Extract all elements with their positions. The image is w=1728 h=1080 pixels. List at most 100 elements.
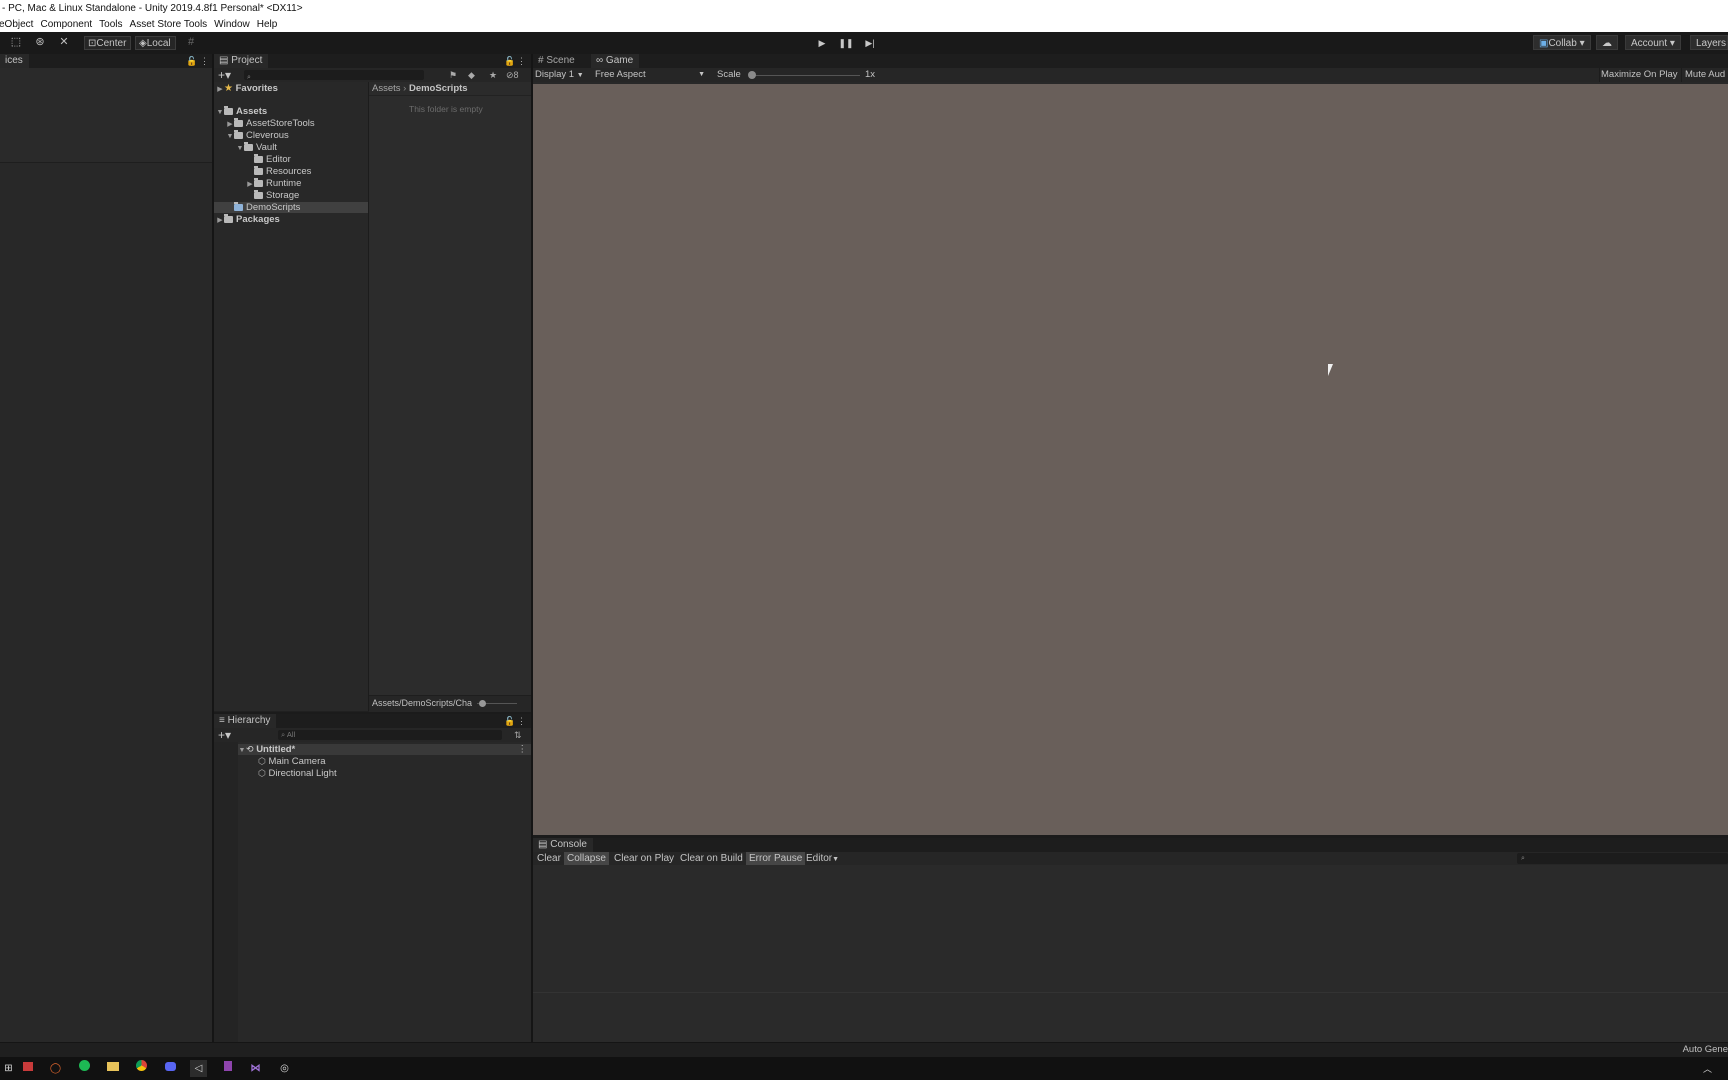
github-icon[interactable]: ◯ bbox=[47, 1060, 64, 1077]
folder-icon bbox=[254, 190, 263, 199]
spotify-icon[interactable] bbox=[76, 1060, 93, 1077]
menu-component[interactable]: Component bbox=[40, 17, 92, 32]
tree-item-assetstoretools[interactable]: ▶ AssetStoreTools bbox=[226, 118, 315, 129]
display-dropdown[interactable]: Display 1 ▼ bbox=[535, 68, 584, 83]
project-tabbar: ▤ Project 🔓 ⋮ bbox=[214, 54, 531, 68]
menu-tools[interactable]: Tools bbox=[99, 17, 122, 32]
hierarchy-tabbar: ≡ Hierarchy 🔓 ⋮ bbox=[214, 714, 531, 728]
collab-button[interactable]: ▣Collab ▾ bbox=[1533, 35, 1591, 50]
custom-tool-icon[interactable]: ✕ bbox=[56, 36, 72, 49]
create-button[interactable]: +▾ bbox=[218, 728, 231, 742]
chrome-icon[interactable] bbox=[133, 1060, 150, 1077]
folder-icon bbox=[224, 106, 233, 115]
project-toolbar: +▾ ⌕ ⚑ ◆ ★ ⊘8 bbox=[214, 68, 531, 82]
search-icon: ⌕ bbox=[247, 74, 251, 81]
scale-slider[interactable] bbox=[750, 75, 860, 76]
hierarchy-gutter bbox=[214, 742, 238, 1042]
rect-tool-icon[interactable]: ⬚ bbox=[8, 36, 24, 49]
folder-icon[interactable] bbox=[104, 1060, 121, 1077]
game-view-canvas[interactable] bbox=[533, 84, 1728, 835]
kebab-menu-icon[interactable]: ⋮ bbox=[517, 714, 526, 728]
tree-item-editor[interactable]: Editor bbox=[246, 154, 291, 165]
hierarchy-item-main-camera[interactable]: ⬡ Main Camera bbox=[258, 756, 326, 767]
icon-size-slider-thumb[interactable] bbox=[479, 700, 486, 707]
console-log-list[interactable] bbox=[533, 865, 1728, 992]
menu-window[interactable]: Window bbox=[214, 17, 250, 32]
notes-icon[interactable] bbox=[219, 1060, 236, 1077]
tab-scene[interactable]: # Scene bbox=[533, 54, 581, 68]
menu-help[interactable]: Help bbox=[257, 17, 278, 32]
tree-item-resources[interactable]: Resources bbox=[246, 166, 311, 177]
aspect-dropdown[interactable]: Free Aspect ▼ bbox=[595, 68, 707, 82]
windows-icon[interactable]: ⊞ bbox=[0, 1060, 17, 1077]
cloud-icon[interactable]: ☁ bbox=[1596, 35, 1618, 50]
lock-icon[interactable]: 🔓 bbox=[504, 54, 515, 68]
hierarchy-item-directional-light[interactable]: ⬡ Directional Light bbox=[258, 768, 337, 779]
filter-by-label-icon[interactable]: ◆ bbox=[468, 68, 475, 82]
collapsed-arrow-icon: ▶ bbox=[227, 121, 233, 128]
discord-icon[interactable] bbox=[162, 1060, 179, 1077]
breadcrumb-demoscripts[interactable]: DemoScripts bbox=[409, 83, 468, 94]
favorite-star-icon[interactable]: ★ bbox=[489, 68, 497, 82]
game-view-tabbar: # Scene ∞ Game bbox=[533, 54, 1728, 68]
obs-icon[interactable]: ◎ bbox=[276, 1060, 293, 1077]
lock-icon[interactable]: 🔓 bbox=[186, 54, 197, 68]
scene-icon: ⟲ bbox=[246, 744, 254, 754]
tree-item-vault[interactable]: ▼ Vault bbox=[236, 142, 277, 153]
gameobject-cube-icon: ⬡ bbox=[258, 756, 266, 766]
scale-slider-thumb[interactable] bbox=[748, 71, 756, 79]
chevron-down-icon: ▼ bbox=[698, 71, 705, 78]
breadcrumb-assets[interactable]: Assets bbox=[372, 83, 401, 94]
console-icon: ▤ bbox=[538, 839, 548, 850]
transform-tool-icon[interactable]: ⊛ bbox=[32, 36, 48, 49]
maximize-on-play-toggle[interactable]: Maximize On Play bbox=[1601, 68, 1678, 82]
tab-hierarchy[interactable]: ≡ Hierarchy bbox=[214, 714, 277, 728]
pivot-center-button[interactable]: ⊡Center bbox=[84, 36, 132, 50]
tab-project[interactable]: ▤ Project bbox=[214, 54, 269, 68]
kebab-menu-icon[interactable]: ⋮ bbox=[518, 744, 528, 755]
sort-icon[interactable]: ⇅ bbox=[514, 728, 522, 742]
tree-item-packages[interactable]: ▶ Packages bbox=[216, 214, 280, 225]
account-dropdown[interactable]: Account ▾ bbox=[1625, 35, 1681, 50]
console-clear-button[interactable]: Clear bbox=[534, 852, 564, 865]
grid-snap-icon[interactable]: # bbox=[183, 36, 199, 49]
step-button[interactable]: ▶| bbox=[860, 36, 880, 50]
console-search-input[interactable]: ⌕ bbox=[1517, 853, 1728, 864]
kebab-menu-icon[interactable]: ⋮ bbox=[517, 54, 526, 68]
project-search-input[interactable]: ⌕ bbox=[244, 70, 424, 81]
pause-button[interactable]: ❚❚ bbox=[836, 36, 856, 50]
console-clear-on-build-button[interactable]: Clear on Build bbox=[677, 852, 746, 865]
collapsed-arrow-icon: ▶ bbox=[217, 217, 223, 224]
console-clear-on-play-button[interactable]: Clear on Play bbox=[611, 852, 677, 865]
menu-asset-store-tools[interactable]: Asset Store Tools bbox=[130, 17, 208, 32]
tab-game[interactable]: ∞ Game bbox=[591, 54, 640, 68]
console-collapse-button[interactable]: Collapse bbox=[564, 852, 609, 865]
menu-gameobject[interactable]: eObject bbox=[0, 17, 33, 32]
console-editor-dropdown[interactable]: Editor▼ bbox=[803, 852, 842, 865]
tab-inspector[interactable]: ices bbox=[0, 54, 29, 68]
tree-item-runtime[interactable]: ▶ Runtime bbox=[246, 178, 301, 189]
tree-item-storage[interactable]: Storage bbox=[246, 190, 299, 201]
unity-icon[interactable]: ◁ bbox=[190, 1060, 207, 1077]
status-text: Auto Gene bbox=[1682, 1044, 1728, 1055]
tray-chevron-up-icon[interactable]: ︿ bbox=[1703, 1062, 1712, 1075]
filter-by-type-icon[interactable]: ⚑ bbox=[449, 68, 457, 82]
layers-dropdown[interactable]: Layers bbox=[1690, 35, 1728, 50]
mute-audio-toggle[interactable]: Mute Aud bbox=[1685, 68, 1725, 82]
visual-studio-icon[interactable]: ⋈ bbox=[247, 1060, 264, 1077]
hierarchy-search-input[interactable]: ⌕ All bbox=[278, 730, 502, 740]
create-button[interactable]: +▾ bbox=[218, 68, 231, 82]
tree-item-favorites[interactable]: ▶★ Favorites bbox=[216, 83, 278, 94]
tree-item-demoscripts[interactable]: DemoScripts bbox=[214, 202, 368, 213]
console-error-pause-button[interactable]: Error Pause bbox=[746, 852, 806, 865]
hidden-packages-button[interactable]: ⊘8 bbox=[506, 68, 519, 82]
play-button[interactable]: ▶ bbox=[812, 36, 832, 50]
tab-console[interactable]: ▤ Console bbox=[533, 838, 593, 852]
pivot-local-button[interactable]: ◈Local bbox=[135, 36, 176, 50]
kebab-menu-icon[interactable]: ⋮ bbox=[200, 54, 209, 68]
scene-row[interactable]: ▼⟲ Untitled* ⋮ bbox=[238, 744, 531, 755]
tree-item-assets[interactable]: ▼ Assets bbox=[216, 106, 267, 117]
lock-icon[interactable]: 🔓 bbox=[504, 714, 515, 728]
tree-item-cleverous[interactable]: ▼ Cleverous bbox=[226, 130, 289, 141]
explorer-icon[interactable] bbox=[19, 1060, 36, 1077]
